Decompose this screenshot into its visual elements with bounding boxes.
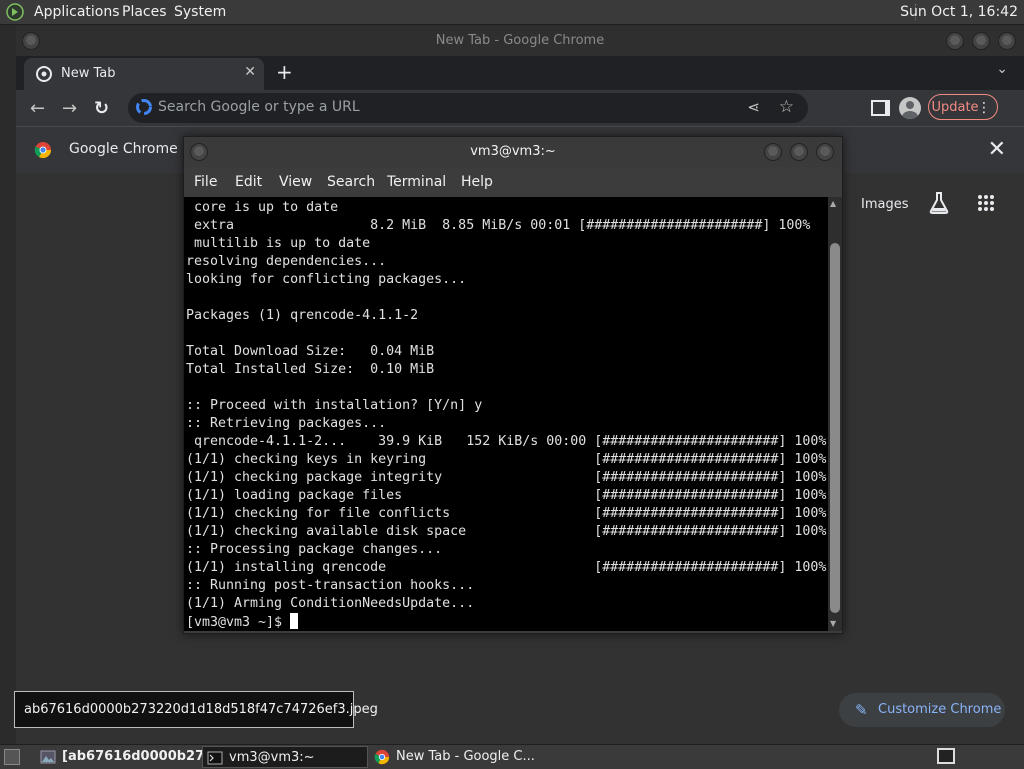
- omnibox-placeholder: Search Google or type a URL: [158, 99, 360, 115]
- menu-search[interactable]: Search: [327, 174, 375, 190]
- show-desktop-icon[interactable]: [4, 749, 20, 765]
- menu-file[interactable]: File: [194, 174, 217, 190]
- chrome-logo-icon: [374, 749, 390, 765]
- terminal-line: Packages (1) qrencode-4.1.1-2: [186, 308, 419, 323]
- taskbar-task-terminal[interactable]: vm3@vm3:~: [202, 746, 368, 768]
- chrome-titlebar[interactable]: New Tab - Google Chrome: [16, 26, 1024, 56]
- terminal-line: (1/1) checking for file conflicts [#####…: [186, 506, 827, 521]
- terminal-window-menu-button[interactable]: [190, 143, 208, 161]
- distro-logo-icon[interactable]: [6, 3, 24, 21]
- menu-help[interactable]: Help: [461, 174, 493, 190]
- update-button[interactable]: Update ⋮: [928, 94, 998, 120]
- customize-chrome-label: Customize Chrome: [878, 702, 1002, 717]
- bottom-taskbar: [ab67616d0000b27... vm3@vm3:~ New Tab - …: [0, 744, 1024, 769]
- scroll-down-icon[interactable]: ▼: [830, 619, 836, 628]
- menu-terminal[interactable]: Terminal: [387, 174, 446, 190]
- terminal-output: core is up to date extra 8.2 MiB 8.85 Mi…: [184, 197, 828, 631]
- taskbar-task-chrome[interactable]: New Tab - Google C...: [370, 746, 546, 768]
- tab-search-icon[interactable]: ⌄: [996, 61, 1008, 77]
- terminal-maximize-button[interactable]: [790, 143, 808, 161]
- terminal-line: qrencode-4.1.1-2... 39.9 KiB 152 KiB/s 0…: [186, 434, 827, 449]
- workspace-switcher[interactable]: [937, 748, 955, 764]
- tab-new-tab[interactable]: New Tab ✕: [24, 58, 264, 90]
- minimize-button[interactable]: [946, 32, 964, 50]
- infobar-close-icon[interactable]: ✕: [988, 137, 1006, 162]
- terminal-line: multilib is up to date: [186, 236, 371, 251]
- back-arrow-icon[interactable]: ←: [30, 98, 45, 119]
- system-menu[interactable]: System: [174, 4, 226, 20]
- taskbar-task-image[interactable]: [ab67616d0000b27...: [36, 746, 219, 768]
- menu-edit[interactable]: Edit: [235, 174, 262, 190]
- new-tab-button[interactable]: +: [276, 60, 293, 84]
- omnibox[interactable]: Search Google or type a URL ⋖ ☆: [128, 93, 808, 123]
- terminal-line: (1/1) checking package integrity [######…: [186, 470, 827, 485]
- labs-flask-icon[interactable]: [928, 191, 950, 215]
- terminal-line: (1/1) checking keys in keyring [########…: [186, 452, 827, 467]
- terminal-cursor: [290, 613, 299, 629]
- terminal-line: (1/1) installing qrencode [#############…: [186, 560, 827, 575]
- more-menu-icon[interactable]: ⋮: [977, 95, 991, 121]
- terminal-line: :: Processing package changes...: [186, 542, 443, 557]
- filename-tooltip: ab67616d0000b273220d1d18d518f47c74726ef3…: [14, 691, 378, 728]
- chrome-toolbar: ← → ↻ Search Google or type a URL ⋖ ☆ Up…: [16, 90, 1024, 126]
- taskbar-task-label: New Tab - Google C...: [396, 749, 535, 764]
- terminal-menubar: File Edit View Search Terminal Help: [184, 167, 842, 197]
- terminal-line: looking for conflicting packages...: [186, 272, 467, 287]
- chrome-logo-icon: [34, 142, 52, 159]
- chrome-window-title: New Tab - Google Chrome: [435, 33, 605, 48]
- terminal-screen[interactable]: core is up to date extra 8.2 MiB 8.85 Mi…: [184, 197, 828, 631]
- terminal-line: (1/1) checking available disk space [###…: [186, 524, 827, 539]
- tab-strip: New Tab ✕: [16, 56, 1024, 90]
- images-link[interactable]: Images: [861, 197, 909, 212]
- terminal-line: Total Installed Size: 0.10 MiB: [186, 362, 435, 377]
- terminal-line: core is up to date: [186, 200, 339, 215]
- terminal-line: (1/1) loading package files [###########…: [186, 488, 827, 503]
- side-panel-icon[interactable]: [871, 100, 890, 116]
- terminal-prompt: [vm3@vm3 ~]$: [186, 615, 291, 630]
- forward-arrow-icon[interactable]: →: [62, 98, 77, 119]
- window-menu-button[interactable]: [22, 32, 40, 50]
- terminal-line: extra 8.2 MiB 8.85 MiB/s 00:01 [########…: [186, 218, 811, 233]
- google-g-icon: [136, 99, 152, 115]
- places-menu[interactable]: Places: [122, 4, 167, 20]
- taskbar-task-label: [ab67616d0000b27...: [62, 749, 219, 764]
- terminal-line: Total Download Size: 0.04 MiB: [186, 344, 435, 359]
- terminal-window-title: vm3@vm3:~: [470, 144, 556, 159]
- reload-icon[interactable]: ↻: [94, 98, 109, 119]
- google-apps-icon[interactable]: [978, 195, 994, 211]
- terminal-scrollbar[interactable]: ▲ ▼: [828, 197, 842, 631]
- terminal-window: vm3@vm3:~ File Edit View Search Terminal…: [183, 136, 843, 634]
- chrome-favicon-icon: [36, 66, 52, 82]
- menu-view[interactable]: View: [279, 174, 312, 190]
- tab-close-icon[interactable]: ✕: [244, 64, 256, 80]
- terminal-minimize-button[interactable]: [764, 143, 782, 161]
- top-panel: Applications Places System Sun Oct 1, 16…: [0, 0, 1024, 25]
- tab-title: New Tab: [61, 66, 116, 81]
- terminal-icon: [207, 751, 223, 765]
- customize-chrome-button[interactable]: ✎ Customize Chrome: [839, 693, 1005, 727]
- bookmark-star-icon[interactable]: ☆: [779, 97, 794, 117]
- maximize-button[interactable]: [972, 32, 990, 50]
- scrollbar-thumb[interactable]: [830, 243, 840, 613]
- applications-menu[interactable]: Applications: [34, 4, 120, 20]
- terminal-titlebar[interactable]: vm3@vm3:~: [184, 137, 842, 167]
- terminal-line: (1/1) Arming ConditionNeedsUpdate...: [186, 596, 475, 611]
- taskbar-task-label: vm3@vm3:~: [229, 750, 315, 765]
- update-label: Update: [931, 100, 979, 115]
- profile-avatar-icon[interactable]: [899, 97, 921, 119]
- terminal-line: :: Running post-transaction hooks...: [186, 578, 475, 593]
- scroll-up-icon[interactable]: ▲: [830, 199, 836, 208]
- terminal-line: :: Retrieving packages...: [186, 416, 387, 431]
- close-window-button[interactable]: [998, 32, 1016, 50]
- clock[interactable]: Sun Oct 1, 16:42: [900, 4, 1018, 20]
- terminal-line: resolving dependencies...: [186, 254, 387, 269]
- terminal-line: :: Proceed with installation? [Y/n] y: [186, 398, 483, 413]
- pencil-icon: ✎: [855, 701, 868, 719]
- terminal-close-button[interactable]: [816, 143, 834, 161]
- share-icon[interactable]: ⋖: [747, 98, 760, 116]
- image-viewer-icon: [40, 750, 56, 764]
